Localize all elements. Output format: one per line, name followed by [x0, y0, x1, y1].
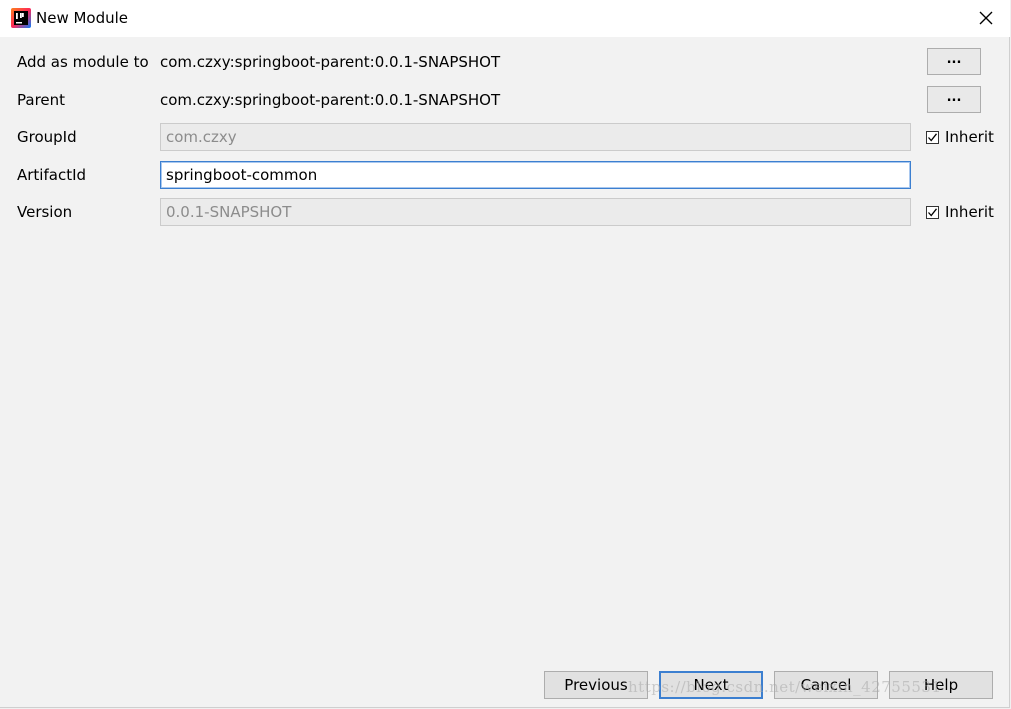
parent-value: com.czxy:springboot-parent:0.0.1-SNAPSHO…: [160, 91, 501, 109]
intellij-idea-icon: [11, 8, 31, 28]
window-title: New Module: [36, 9, 129, 27]
parent-browse-button[interactable]: ...: [927, 86, 981, 113]
new-module-dialog: New Module Add as module to com.czxy:spr…: [0, 0, 1010, 708]
add-as-module-browse-button[interactable]: ...: [927, 48, 981, 75]
cancel-button[interactable]: Cancel: [774, 671, 878, 699]
version-field[interactable]: 0.0.1-SNAPSHOT: [160, 198, 911, 226]
group-id-inherit-checkbox[interactable]: Inherit: [926, 127, 994, 147]
title-bar: New Module: [0, 0, 1010, 37]
parent-label: Parent: [17, 91, 66, 109]
artifact-id-field[interactable]: springboot-common: [160, 161, 911, 189]
version-label: Version: [17, 203, 73, 221]
artifact-id-label: ArtifactId: [17, 166, 87, 184]
group-id-field[interactable]: com.czxy: [160, 123, 911, 151]
checkbox-checked-icon[interactable]: [926, 205, 939, 219]
group-id-inherit-label: Inherit: [945, 128, 994, 146]
add-as-module-label: Add as module to: [17, 53, 149, 71]
version-inherit-checkbox[interactable]: Inherit: [926, 202, 994, 222]
close-icon[interactable]: [972, 5, 1000, 31]
previous-button[interactable]: Previous: [544, 671, 648, 699]
add-as-module-value: com.czxy:springboot-parent:0.0.1-SNAPSHO…: [160, 53, 501, 71]
checkbox-checked-icon[interactable]: [926, 130, 939, 144]
group-id-label: GroupId: [17, 128, 77, 146]
help-button[interactable]: Help: [889, 671, 993, 699]
version-inherit-label: Inherit: [945, 203, 994, 221]
next-button[interactable]: Next: [659, 671, 763, 699]
